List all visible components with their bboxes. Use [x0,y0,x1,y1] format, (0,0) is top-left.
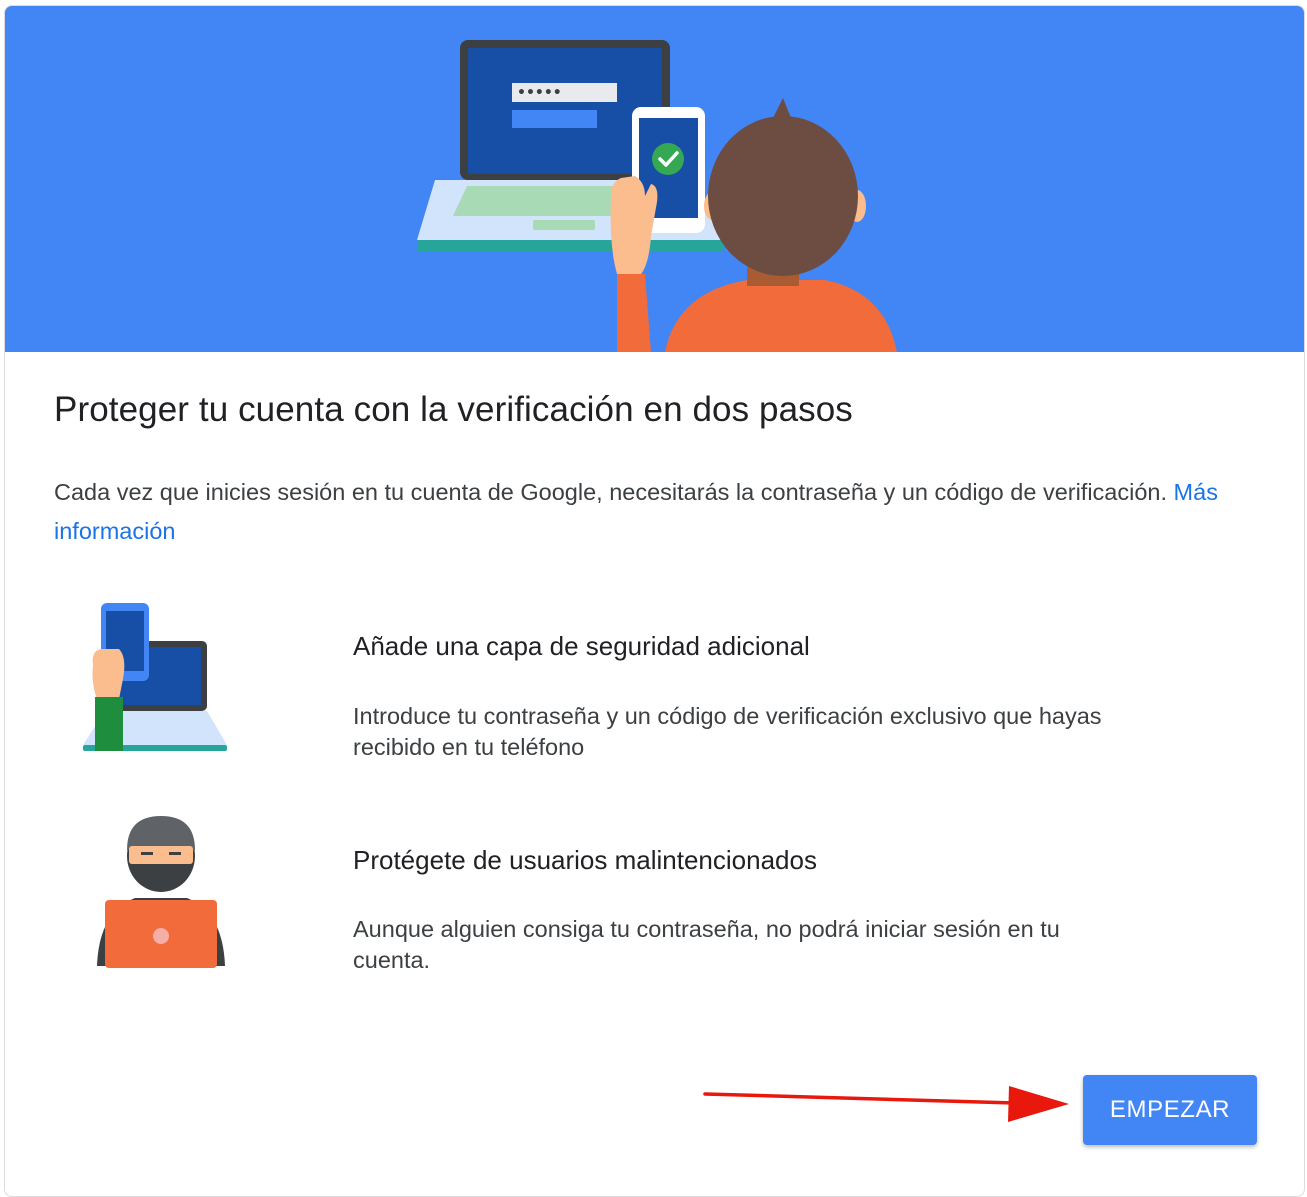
feature-text-protection: Aunque alguien consiga tu contraseña, no… [353,916,1060,973]
hero-banner: ••••• [5,6,1304,352]
feature-title-protection: Protégete de usuarios malintencionados [353,845,817,875]
two-step-verification-card: ••••• Proteger tu cuenta con la verifica… [4,5,1305,1197]
person-with-laptop-and-phone-illustration: ••••• [417,40,897,352]
red-arrow-icon [703,1086,1069,1122]
hacker-illustration [97,816,225,968]
feature-text-security: Introduce tu contraseña y un código de v… [353,703,1102,760]
start-button[interactable]: EMPEZAR [1083,1075,1257,1145]
page-title: Proteger tu cuenta con la verificación e… [54,390,853,429]
description: Cada vez que inicies sesión en tu cuenta… [54,473,1234,551]
description-text: Cada vez que inicies sesión en tu cuenta… [54,479,1168,505]
feature-title-security: Añade una capa de seguridad adicional [353,631,810,661]
phone-and-laptop-illustration [83,603,227,751]
password-mask: ••••• [517,85,562,101]
check-circle-icon [652,143,684,175]
